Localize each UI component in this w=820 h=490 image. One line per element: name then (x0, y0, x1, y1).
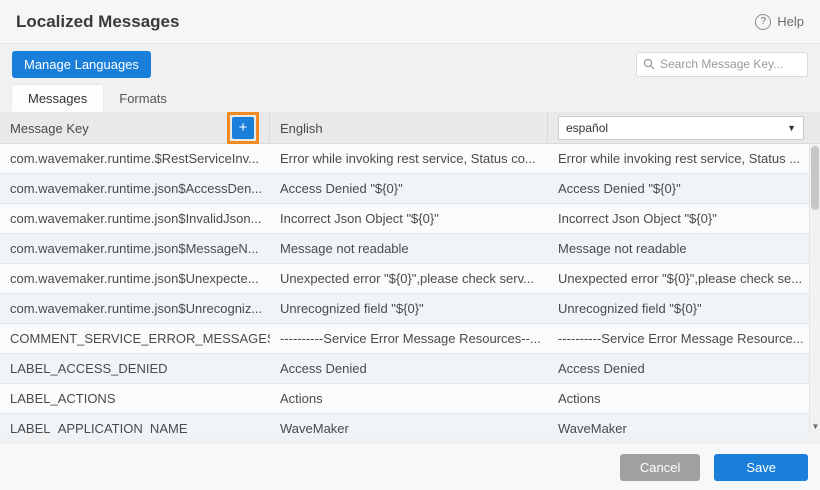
cell-english[interactable]: Error while invoking rest service, Statu… (270, 144, 548, 173)
table-row[interactable]: com.wavemaker.runtime.json$AccessDen... … (0, 174, 820, 204)
cell-translation[interactable]: ----------Service Error Message Resource… (548, 324, 820, 353)
cell-translation[interactable]: Unexpected error "${0}",please check se.… (548, 264, 820, 293)
tab-bar: Messages Formats (0, 84, 820, 112)
manage-languages-button[interactable]: Manage Languages (12, 51, 151, 78)
table-row[interactable]: LABEL_ACTIONS Actions Actions (0, 384, 820, 414)
cell-translation[interactable]: WaveMaker (548, 414, 820, 434)
table-row[interactable]: com.wavemaker.runtime.json$Unexpecte... … (0, 264, 820, 294)
table-row[interactable]: com.wavemaker.runtime.$RestServiceInv...… (0, 144, 820, 174)
footer-bar: Cancel Save (0, 444, 820, 490)
language-select-value: español (566, 121, 608, 135)
table-row[interactable]: COMMENT_SERVICE_ERROR_MESSAGES ---------… (0, 324, 820, 354)
table-row[interactable]: com.wavemaker.runtime.json$Unrecogniz...… (0, 294, 820, 324)
cell-english[interactable]: Incorrect Json Object "${0}" (270, 204, 548, 233)
table-row[interactable]: com.wavemaker.runtime.json$InvalidJson..… (0, 204, 820, 234)
english-header-label: English (280, 121, 323, 136)
window-header: Localized Messages ? Help (0, 0, 820, 44)
cell-english[interactable]: WaveMaker (270, 414, 548, 434)
tab-messages[interactable]: Messages (12, 85, 103, 112)
cell-message-key[interactable]: LABEL_ACTIONS (0, 384, 270, 413)
cell-english[interactable]: Access Denied (270, 354, 548, 383)
cell-translation[interactable]: Message not readable (548, 234, 820, 263)
column-header-english: English (270, 112, 548, 144)
cell-english[interactable]: Unrecognized field "${0}" (270, 294, 548, 323)
table-row[interactable]: com.wavemaker.runtime.json$MessageN... M… (0, 234, 820, 264)
column-header-language: español ▼ (548, 112, 820, 144)
search-input[interactable] (660, 57, 801, 71)
toolbar: Manage Languages (0, 44, 820, 84)
cell-message-key[interactable]: com.wavemaker.runtime.json$InvalidJson..… (0, 204, 270, 233)
cell-message-key[interactable]: com.wavemaker.runtime.json$MessageN... (0, 234, 270, 263)
table-row[interactable]: LABEL_APPLICATION_NAME WaveMaker WaveMak… (0, 414, 820, 434)
cell-translation[interactable]: Actions (548, 384, 820, 413)
cell-translation[interactable]: Access Denied "${0}" (548, 174, 820, 203)
cell-message-key[interactable]: COMMENT_SERVICE_ERROR_MESSAGES (0, 324, 270, 353)
tab-formats[interactable]: Formats (103, 85, 183, 112)
table-header-row: Message Key + English español ▼ (0, 112, 820, 144)
search-box[interactable] (636, 52, 808, 77)
scrollbar-thumb[interactable] (811, 146, 819, 210)
cell-translation[interactable]: Incorrect Json Object "${0}" (548, 204, 820, 233)
cell-translation[interactable]: Error while invoking rest service, Statu… (548, 144, 820, 173)
cell-message-key[interactable]: LABEL_ACCESS_DENIED (0, 354, 270, 383)
cell-english[interactable]: Actions (270, 384, 548, 413)
cell-translation[interactable]: Access Denied (548, 354, 820, 383)
cell-message-key[interactable]: com.wavemaker.runtime.$RestServiceInv... (0, 144, 270, 173)
cell-message-key[interactable]: com.wavemaker.runtime.json$Unexpecte... (0, 264, 270, 293)
help-label: Help (777, 14, 804, 29)
scrollbar-down-arrow-icon[interactable]: ▼ (810, 420, 820, 432)
cell-message-key[interactable]: LABEL_APPLICATION_NAME (0, 414, 270, 434)
plus-icon: + (239, 118, 248, 138)
cell-translation[interactable]: Unrecognized field "${0}" (548, 294, 820, 323)
cell-english[interactable]: Unexpected error "${0}",please check ser… (270, 264, 548, 293)
search-icon (643, 58, 655, 70)
table-body: com.wavemaker.runtime.$RestServiceInv...… (0, 144, 820, 434)
messages-table: Message Key + English español ▼ com.wave… (0, 112, 820, 434)
help-button[interactable]: ? Help (755, 14, 804, 30)
cell-english[interactable]: Access Denied "${0}" (270, 174, 548, 203)
chevron-down-icon: ▼ (787, 123, 796, 133)
cell-english[interactable]: Message not readable (270, 234, 548, 263)
cell-message-key[interactable]: com.wavemaker.runtime.json$AccessDen... (0, 174, 270, 203)
cell-english[interactable]: ----------Service Error Message Resource… (270, 324, 548, 353)
save-button[interactable]: Save (714, 454, 808, 481)
cancel-button[interactable]: Cancel (620, 454, 700, 481)
help-icon: ? (755, 14, 771, 30)
page-title: Localized Messages (16, 12, 179, 32)
column-header-message-key: Message Key + (0, 112, 270, 144)
language-select[interactable]: español ▼ (558, 116, 804, 140)
cell-message-key[interactable]: com.wavemaker.runtime.json$Unrecogniz... (0, 294, 270, 323)
add-message-button[interactable]: + (232, 117, 254, 139)
table-row[interactable]: LABEL_ACCESS_DENIED Access Denied Access… (0, 354, 820, 384)
add-button-highlight: + (227, 112, 259, 144)
vertical-scrollbar[interactable]: ▼ (809, 144, 820, 434)
message-key-header-label: Message Key (10, 121, 89, 136)
